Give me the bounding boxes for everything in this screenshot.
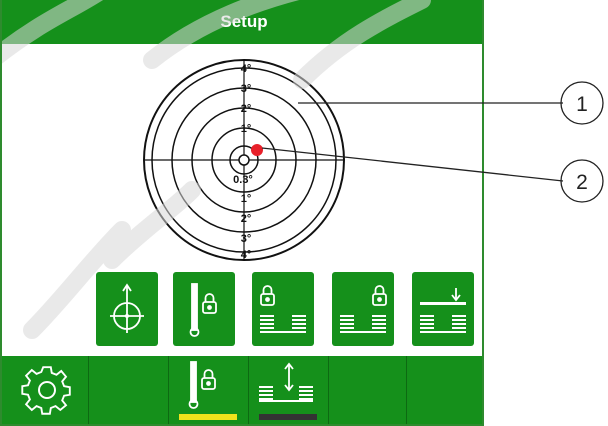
active-tab-indicator xyxy=(179,414,237,420)
label-top-2: 2° xyxy=(241,103,252,115)
boom-lock-tab[interactable] xyxy=(168,356,248,424)
right-outrigger-lock-button[interactable] xyxy=(332,272,394,346)
gear-icon xyxy=(21,366,71,415)
level-target-svg: 4° 3° 2° 1° 0.3° 1° 2° 3° 4° xyxy=(143,59,345,261)
lower-platform-icon xyxy=(420,288,466,333)
crosshair-arrow-icon xyxy=(110,283,144,333)
settings-button[interactable] xyxy=(2,356,88,424)
level-indicator-display: 4° 3° 2° 1° 0.3° 1° 2° 3° 4° xyxy=(2,44,482,270)
right-outrigger-lock-icon xyxy=(340,285,387,333)
bottom-nav-bar xyxy=(2,356,482,424)
level-bubble-indicator xyxy=(251,144,263,156)
label-bottom-4: 4° xyxy=(241,249,252,261)
callout-2-label: 2 xyxy=(576,171,588,194)
callout-1-label: 1 xyxy=(576,93,588,116)
lower-platform-button[interactable] xyxy=(412,272,474,346)
nav-slot-5[interactable] xyxy=(328,356,406,424)
label-bottom-3: 3° xyxy=(241,233,252,245)
nav-slot-2[interactable] xyxy=(88,356,168,424)
label-bottom-1: 1° xyxy=(241,193,252,205)
label-top-3: 3° xyxy=(241,83,252,95)
callout-2-circle xyxy=(560,159,604,203)
label-bottom-2: 2° xyxy=(241,213,252,225)
nav-slot-6[interactable] xyxy=(406,356,482,424)
raise-lower-tab[interactable] xyxy=(248,356,328,424)
left-outrigger-lock-icon xyxy=(260,285,306,333)
callout-1-circle xyxy=(560,81,604,125)
left-outrigger-lock-button[interactable] xyxy=(252,272,314,346)
label-top-4: 4° xyxy=(241,63,252,75)
center-mark xyxy=(238,154,250,166)
label-center: 0.3° xyxy=(233,174,253,186)
boom-lock-icon xyxy=(189,283,217,337)
control-screen: Setup 4° 3° 2° 1° 0.3° 1° 2° 3° 4° xyxy=(0,0,484,426)
title-bar: Setup xyxy=(2,0,482,44)
label-top-1: 1° xyxy=(241,123,252,135)
tab-indicator xyxy=(259,414,317,420)
boom-lock-button[interactable] xyxy=(173,272,235,346)
page-title: Setup xyxy=(220,12,268,31)
center-level-button[interactable] xyxy=(96,272,158,346)
